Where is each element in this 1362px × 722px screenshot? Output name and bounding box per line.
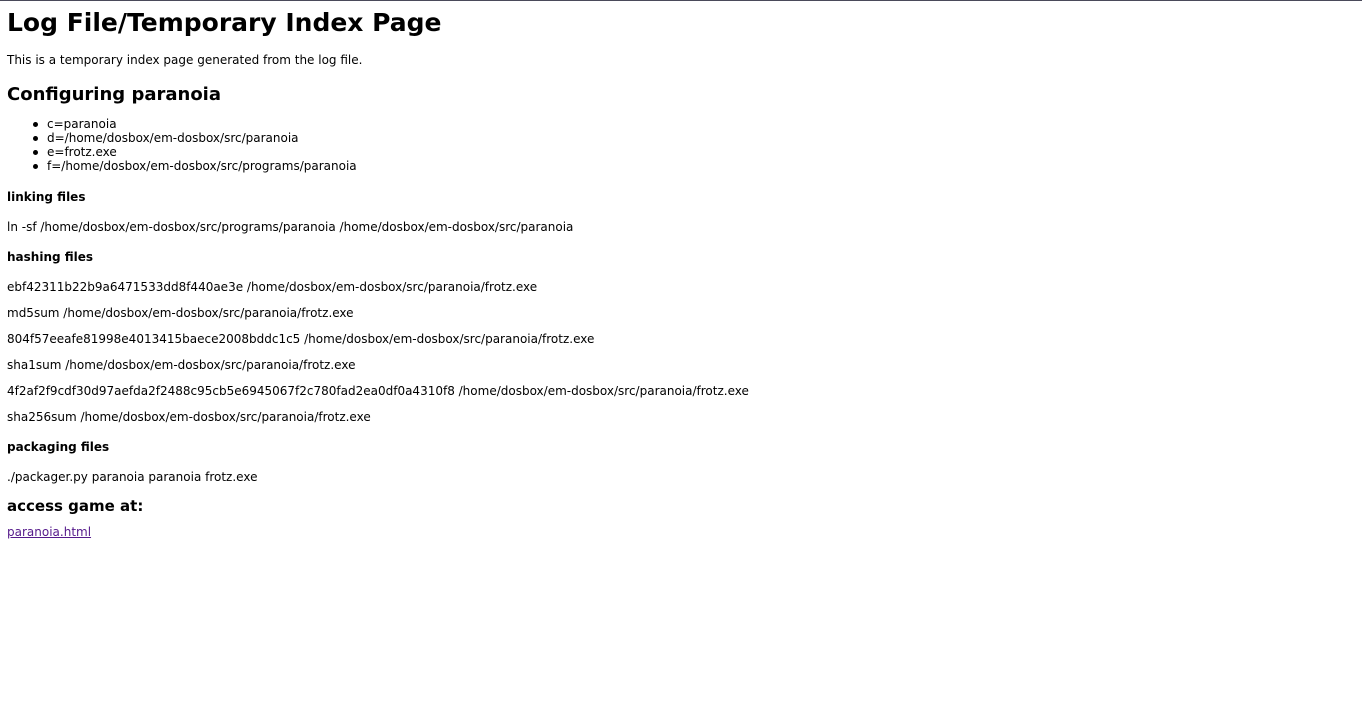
game-link[interactable]: paranoia.html bbox=[7, 525, 91, 539]
page-content: Log File/Temporary Index Page This is a … bbox=[0, 1, 1362, 540]
configure-heading: Configuring paranoia bbox=[7, 84, 221, 105]
sha1sum-command: sha1sum /home/dosbox/em-dosbox/src/paran… bbox=[7, 358, 356, 372]
params-list: c=paranoia d=/home/dosbox/em-dosbox/src/… bbox=[7, 117, 1355, 173]
intro-text: This is a temporary index page generated… bbox=[7, 53, 363, 67]
param-item-f: f=/home/dosbox/em-dosbox/src/programs/pa… bbox=[33, 159, 1355, 173]
param-item-e: e=frotz.exe bbox=[33, 145, 1355, 159]
hashing-label: hashing files bbox=[7, 250, 94, 264]
md5-hash-result: ebf42311b22b9a6471533dd8f440ae3e /home/d… bbox=[7, 280, 538, 294]
link-command: ln -sf /home/dosbox/em-dosbox/src/progra… bbox=[7, 220, 574, 234]
page-title: Log File/Temporary Index Page bbox=[7, 8, 442, 37]
sha1-hash-result: 804f57eeafe81998e4013415baece2008bddc1c5… bbox=[7, 332, 595, 346]
param-item-d: d=/home/dosbox/em-dosbox/src/paranoia bbox=[33, 131, 1355, 145]
md5sum-command: md5sum /home/dosbox/em-dosbox/src/parano… bbox=[7, 306, 354, 320]
linking-label: linking files bbox=[7, 190, 86, 204]
param-item-c: c=paranoia bbox=[33, 117, 1355, 131]
packaging-label: packaging files bbox=[7, 440, 110, 454]
packager-command: ./packager.py paranoia paranoia frotz.ex… bbox=[7, 470, 258, 484]
sha256-hash-result: 4f2af2f9cdf30d97aefda2f2488c95cb5e694506… bbox=[7, 384, 749, 398]
sha256sum-command: sha256sum /home/dosbox/em-dosbox/src/par… bbox=[7, 410, 371, 424]
access-heading: access game at: bbox=[7, 497, 144, 515]
